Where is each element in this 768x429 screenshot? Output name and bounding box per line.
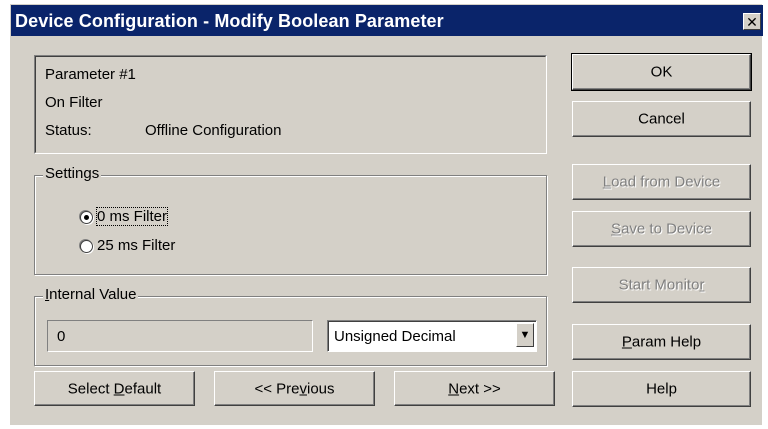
next-label: Next >> <box>448 380 501 397</box>
internal-value-field: 0 <box>47 320 313 352</box>
internal-value-group: Internal Value 0 Unsigned Decimal ▼ <box>34 286 547 366</box>
radio-0ms-label: 0 ms Filter <box>95 207 169 226</box>
cancel-button[interactable]: Cancel <box>572 101 751 137</box>
internal-value-text: 0 <box>57 328 66 345</box>
value-format-selected: Unsigned Decimal <box>334 328 456 345</box>
previous-button[interactable]: << Previous <box>214 371 375 406</box>
title-bar[interactable]: Device Configuration - Modify Boolean Pa… <box>11 5 763 36</box>
help-label: Help <box>646 380 677 398</box>
dialog-window: Device Configuration - Modify Boolean Pa… <box>10 4 763 425</box>
ok-label: OK <box>650 63 673 81</box>
help-button[interactable]: Help <box>572 371 751 407</box>
parameter-number: Parameter #1 <box>45 66 136 83</box>
status-value: Offline Configuration <box>145 122 282 139</box>
param-help-button[interactable]: Param Help <box>572 324 751 360</box>
load-from-device-label: Load from Device <box>602 173 721 191</box>
window-title: Device Configuration - Modify Boolean Pa… <box>15 11 444 31</box>
triangle-down-icon[interactable]: ▼ <box>516 323 534 347</box>
radio-0ms-filter[interactable]: 0 ms Filter <box>80 207 240 228</box>
internal-value-legend: Internal Value <box>43 286 139 303</box>
parameter-name: On Filter <box>45 94 103 111</box>
cancel-label: Cancel <box>638 110 685 128</box>
status-label: Status: <box>45 122 92 139</box>
save-to-device-label: Save to Device <box>611 220 712 238</box>
settings-legend: Settings <box>43 165 102 182</box>
previous-label: << Previous <box>254 380 335 397</box>
radio-unselected-icon[interactable] <box>80 240 93 253</box>
close-icon: ✕ <box>746 14 758 30</box>
next-button[interactable]: Next >> <box>394 371 555 406</box>
radio-selected-icon[interactable] <box>80 211 93 224</box>
radio-25ms-filter[interactable]: 25 ms Filter <box>80 237 240 257</box>
start-monitor-button[interactable]: Start Monitor <box>572 267 751 303</box>
close-button[interactable]: ✕ <box>743 13 761 30</box>
ok-button[interactable]: OK <box>571 53 752 91</box>
value-format-select[interactable]: Unsigned Decimal ▼ <box>327 320 537 352</box>
save-to-device-button[interactable]: Save to Device <box>572 211 751 247</box>
param-help-label: Param Help <box>621 333 702 351</box>
start-monitor-label: Start Monitor <box>618 276 705 294</box>
load-from-device-button[interactable]: Load from Device <box>572 164 751 200</box>
select-default-button[interactable]: Select Default <box>34 371 195 406</box>
parameter-info-panel: Parameter #1 On Filter Status: Offline C… <box>34 55 547 154</box>
settings-group: Settings 0 ms Filter 25 ms Filter <box>34 165 547 275</box>
radio-25ms-label: 25 ms Filter <box>97 237 176 254</box>
select-default-label: Select Default <box>67 380 162 397</box>
